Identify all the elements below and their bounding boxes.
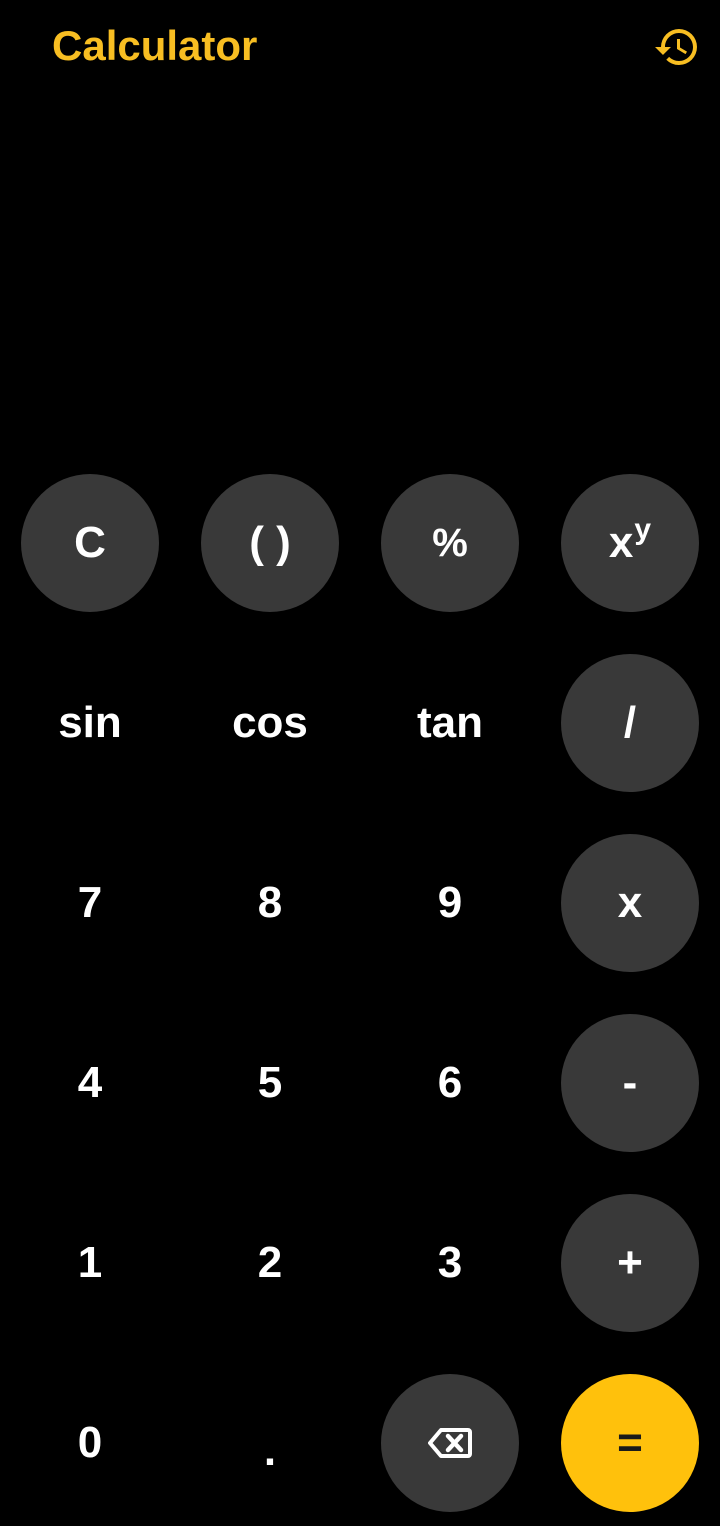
plus-button[interactable]: + — [561, 1194, 699, 1332]
tan-button[interactable]: tan — [381, 654, 519, 792]
minus-label: - — [622, 1058, 638, 1107]
percent-button[interactable]: % — [381, 474, 519, 612]
plus-label: + — [617, 1238, 643, 1287]
digit-3-label: 3 — [437, 1238, 463, 1287]
digit-7-button[interactable]: 7 — [21, 834, 159, 972]
parentheses-label: ( ) — [249, 518, 291, 567]
divide-label: / — [623, 698, 637, 747]
sin-label: sin — [58, 698, 122, 747]
percent-label: % — [432, 520, 468, 565]
digit-1-button[interactable]: 1 — [21, 1194, 159, 1332]
digit-8-button[interactable]: 8 — [201, 834, 339, 972]
digit-3-button[interactable]: 3 — [381, 1194, 519, 1332]
digit-4-label: 4 — [77, 1058, 103, 1107]
decimal-label: . — [263, 1426, 277, 1475]
power-base: x — [608, 518, 634, 567]
digit-0-label: 0 — [77, 1418, 103, 1467]
cos-label: cos — [232, 698, 308, 747]
minus-button[interactable]: - — [561, 1014, 699, 1152]
digit-6-button[interactable]: 6 — [381, 1014, 519, 1152]
digit-0-button[interactable]: 0 — [21, 1374, 159, 1512]
digit-9-button[interactable]: 9 — [381, 834, 519, 972]
backspace-button[interactable] — [381, 1374, 519, 1512]
digit-2-label: 2 — [257, 1238, 283, 1287]
divide-button[interactable]: / — [561, 654, 699, 792]
cos-button[interactable]: cos — [201, 654, 339, 792]
equals-label: = — [617, 1418, 643, 1467]
power-exponent: y — [634, 513, 652, 546]
equals-button[interactable]: = — [561, 1374, 699, 1512]
digit-9-label: 9 — [437, 878, 463, 927]
digit-1-label: 1 — [77, 1238, 103, 1287]
digit-5-button[interactable]: 5 — [201, 1014, 339, 1152]
power-label: xy — [608, 513, 651, 568]
clear-button[interactable]: C — [21, 474, 159, 612]
digit-7-label: 7 — [77, 878, 103, 927]
power-button[interactable]: xy — [561, 474, 699, 612]
app-header: Calculator — [0, 0, 720, 96]
backspace-icon — [428, 1428, 472, 1458]
sin-button[interactable]: sin — [21, 654, 159, 792]
digit-6-label: 6 — [437, 1058, 463, 1107]
tan-label: tan — [417, 698, 483, 747]
keypad: C ( ) % xy sin cos tan / 7 8 9 x 4 5 6 -… — [0, 472, 720, 1512]
digit-5-label: 5 — [257, 1058, 283, 1107]
digit-4-button[interactable]: 4 — [21, 1014, 159, 1152]
app-title: Calculator — [52, 22, 258, 69]
digit-8-label: 8 — [257, 878, 283, 927]
multiply-button[interactable]: x — [561, 834, 699, 972]
parentheses-button[interactable]: ( ) — [201, 474, 339, 612]
history-icon — [655, 29, 697, 66]
calculator-display — [0, 96, 720, 466]
clear-label: C — [74, 518, 106, 567]
decimal-button[interactable]: . — [201, 1374, 339, 1512]
multiply-label: x — [617, 878, 643, 927]
history-button[interactable] — [652, 24, 702, 70]
digit-2-button[interactable]: 2 — [201, 1194, 339, 1332]
